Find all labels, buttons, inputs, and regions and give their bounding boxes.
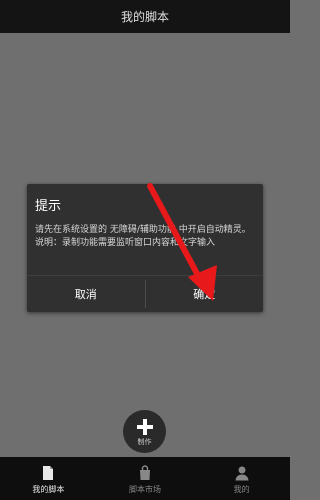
tab-script-market[interactable]: 脚本市场: [97, 457, 194, 500]
tab-label: 我的: [233, 485, 250, 494]
create-label: 制作: [137, 437, 152, 446]
tab-profile[interactable]: 我的: [193, 457, 290, 500]
dialog-message-line: 请先在系统设置的 无障碍/辅助功能 中开启自动精灵。: [35, 225, 251, 235]
dialog-message-line: 说明：录制功能需要监听窗口内容和文字输入: [35, 238, 216, 248]
title-bar: 我的脚本: [0, 0, 290, 33]
confirm-button[interactable]: 确定: [146, 276, 264, 312]
cancel-button[interactable]: 取消: [27, 276, 145, 312]
plus-icon: [136, 418, 153, 435]
prompt-dialog: 提示 请先在系统设置的 无障碍/辅助功能 中开启自动精灵。 说明：录制功能需要监…: [27, 184, 263, 312]
dialog-button-row: 取消 确定: [27, 275, 263, 312]
dialog-message: 请先在系统设置的 无障碍/辅助功能 中开启自动精灵。 说明：录制功能需要监听窗口…: [35, 224, 257, 250]
dialog-title: 提示: [35, 199, 62, 214]
create-script-button[interactable]: 制作: [123, 410, 166, 453]
tab-my-scripts[interactable]: 我的脚本: [0, 457, 97, 500]
bag-icon: [140, 465, 150, 480]
bottom-tab-bar: 我的脚本 脚本市场 我的: [0, 457, 290, 500]
person-icon: [235, 466, 249, 481]
tab-label: 脚本市场: [129, 485, 161, 494]
page-title: 我的脚本: [120, 10, 169, 24]
tab-label: 我的脚本: [32, 485, 65, 494]
document-icon: [43, 466, 54, 480]
